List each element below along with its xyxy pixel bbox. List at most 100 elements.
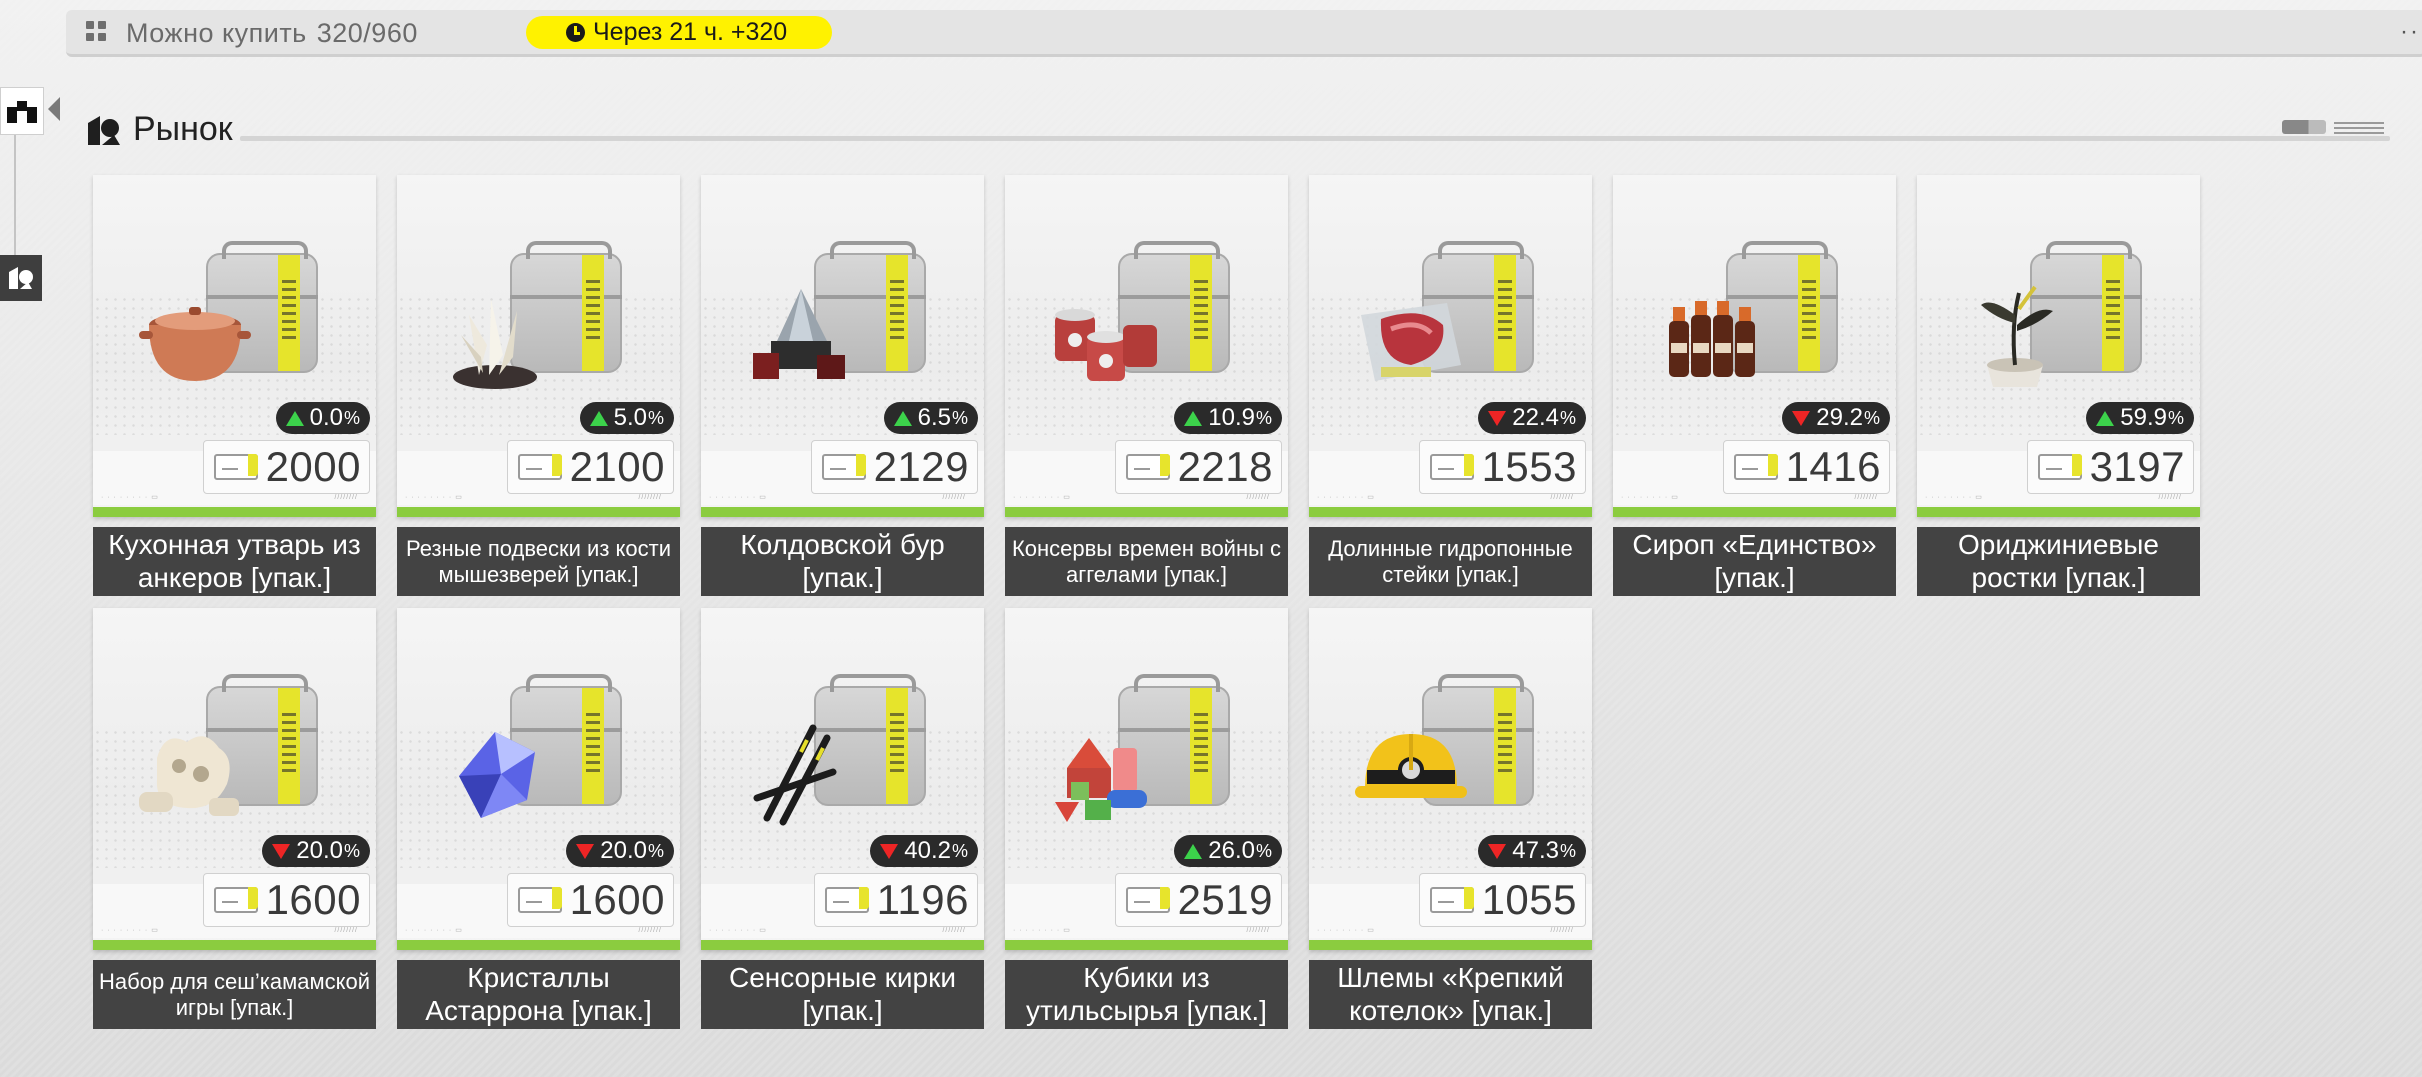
clock-icon <box>566 23 585 42</box>
rail-tab-inventory[interactable] <box>0 87 44 135</box>
ticket-icon <box>213 887 258 913</box>
percent-sign: % <box>1559 407 1576 428</box>
price-change-value: 5.0 <box>613 404 647 431</box>
price-tag: 2100 <box>506 440 674 494</box>
market-item-card[interactable]: · · · · · · · · ▭ //////// 40.2% 1196 Се… <box>701 608 984 1029</box>
item-image-area: · · · · · · · · ▭ //////// 10.9% 2218 <box>1005 175 1288 517</box>
price-change-badge: 10.9% <box>1174 402 1282 434</box>
ticket-icon <box>1733 454 1778 480</box>
price-tag: 2129 <box>810 440 978 494</box>
more-options-icon[interactable]: ··· <box>2400 18 2422 46</box>
item-name: Консервы времен войны с аггелами [упак.] <box>1005 527 1288 596</box>
card-footer-marks: //////// <box>334 494 358 501</box>
section-title: Рынок <box>133 110 233 148</box>
arrow-down-icon <box>1488 410 1507 426</box>
item-name: Кухонная утварь из анкеров [упак.] <box>93 527 376 596</box>
price-change-badge: 0.0% <box>275 402 370 434</box>
item-image-area: · · · · · · · · ▭ //////// 0.0% 2000 <box>93 175 376 517</box>
item-name: Колдовской бур [упак.] <box>701 527 984 596</box>
arrow-up-icon <box>589 410 608 426</box>
market-section-icon <box>88 116 120 145</box>
card-footer-marks: //////// <box>1854 494 1878 501</box>
section-divider <box>240 136 2390 141</box>
price-change-value: 59.9 <box>2120 404 2167 431</box>
percent-sign: % <box>951 407 968 428</box>
card-footer-marks: //////// <box>1550 927 1574 934</box>
percent-sign: % <box>647 407 664 428</box>
item-price: 2218 <box>1177 443 1273 490</box>
item-image-area: · · · · · · · · ▭ //////// 26.0% 2519 <box>1005 608 1288 950</box>
card-footer-marks: //////// <box>1246 927 1270 934</box>
percent-sign: % <box>1255 840 1272 861</box>
item-name: Шлемы «Крепкий котелок» [упак.] <box>1309 960 1592 1029</box>
card-footer-text: · · · · · · · · ▭ <box>405 494 463 501</box>
can-buy-counter: Можно купить 320/960 <box>126 18 418 49</box>
arrow-down-icon <box>272 843 291 859</box>
item-name: Ориджиниевые ростки [упак.] <box>1917 527 2200 596</box>
item-price: 1416 <box>1785 443 1881 490</box>
section-decoration <box>2282 120 2326 134</box>
price-change-badge: 29.2% <box>1782 402 1890 434</box>
card-rarity-strip <box>1005 507 1288 517</box>
collapse-arrow-icon[interactable] <box>48 97 60 121</box>
market-item-card[interactable]: · · · · · · · · ▭ //////// 59.9% 3197 Ор… <box>1917 175 2200 596</box>
item-price: 1600 <box>265 876 361 923</box>
card-footer-text: · · · · · · · · ▭ <box>1317 494 1375 501</box>
rail-tab-market[interactable] <box>0 255 42 301</box>
item-name: Кристаллы Астаррона [упак.] <box>397 960 680 1029</box>
market-item-card[interactable]: · · · · · · · · ▭ //////// 26.0% 2519 Ку… <box>1005 608 1288 1029</box>
item-price: 1196 <box>876 876 969 923</box>
market-item-card[interactable]: · · · · · · · · ▭ //////// 22.4% 1553 До… <box>1309 175 1592 596</box>
price-change-value: 0.0 <box>309 404 343 431</box>
ticket-icon <box>824 887 869 913</box>
percent-sign: % <box>2167 407 2184 428</box>
rail-divider <box>14 120 16 260</box>
market-item-card[interactable]: · · · · · · · · ▭ //////// 20.0% 1600 На… <box>93 608 376 1029</box>
price-change-badge: 40.2% <box>870 835 978 867</box>
price-change-value: 6.5 <box>917 404 951 431</box>
ticket-icon <box>213 454 258 480</box>
market-item-card[interactable]: · · · · · · · · ▭ //////// 5.0% 2100 Рез… <box>397 175 680 596</box>
market-item-card[interactable]: · · · · · · · · ▭ //////// 20.0% 1600 Кр… <box>397 608 680 1029</box>
market-item-card[interactable]: · · · · · · · · ▭ //////// 6.5% 2129 Кол… <box>701 175 984 596</box>
price-change-value: 10.9 <box>1208 404 1255 431</box>
price-tag: 1196 <box>813 873 978 927</box>
market-topbar: Можно купить 320/960 Через 21 ч. +320 ··· <box>66 10 2422 57</box>
item-image-area: · · · · · · · · ▭ //////// 47.3% 1055 <box>1309 608 1592 950</box>
arrow-down-icon <box>880 843 899 859</box>
card-rarity-strip <box>1309 507 1592 517</box>
can-buy-value: 320/960 <box>316 18 418 48</box>
card-footer-text: · · · · · · · · ▭ <box>1317 927 1375 934</box>
market-item-card[interactable]: · · · · · · · · ▭ //////// 10.9% 2218 Ко… <box>1005 175 1288 596</box>
price-change-badge: 6.5% <box>883 402 978 434</box>
item-name: Набор для сеш’камамской игры [упак.] <box>93 960 376 1029</box>
arrow-up-icon <box>1184 843 1203 859</box>
ticket-icon <box>1429 887 1474 913</box>
ticket-icon <box>517 887 562 913</box>
price-change-value: 20.0 <box>600 837 647 864</box>
grid-menu-icon[interactable] <box>86 21 106 41</box>
card-footer-text: · · · · · · · · ▭ <box>101 494 159 501</box>
market-item-card[interactable]: · · · · · · · · ▭ //////// 47.3% 1055 Шл… <box>1309 608 1592 1029</box>
item-price: 2100 <box>569 443 665 490</box>
card-rarity-strip <box>1309 940 1592 950</box>
item-image-area: · · · · · · · · ▭ //////// 29.2% 1416 <box>1613 175 1896 517</box>
price-change-value: 40.2 <box>904 837 951 864</box>
market-item-card[interactable]: · · · · · · · · ▭ //////// 29.2% 1416 Си… <box>1613 175 1896 596</box>
price-change-badge: 20.0% <box>262 835 370 867</box>
market-item-card[interactable]: · · · · · · · · ▭ //////// 0.0% 2000 Кух… <box>93 175 376 596</box>
price-change-value: 22.4 <box>1512 404 1559 431</box>
ticket-icon <box>1125 887 1170 913</box>
price-tag: 1055 <box>1418 873 1586 927</box>
ticket-icon <box>517 454 562 480</box>
item-name: Резные подвески из кости мышезверей [упа… <box>397 527 680 596</box>
card-footer-marks: //////// <box>942 494 966 501</box>
item-name: Сенсорные кирки [упак.] <box>701 960 984 1029</box>
item-name: Сироп «Единство» [упак.] <box>1613 527 1896 596</box>
card-footer-marks: //////// <box>334 927 358 934</box>
arrow-down-icon <box>1792 410 1811 426</box>
arrow-up-icon <box>2096 410 2115 426</box>
price-tag: 1553 <box>1418 440 1586 494</box>
card-rarity-strip <box>1917 507 2200 517</box>
card-rarity-strip <box>1613 507 1896 517</box>
